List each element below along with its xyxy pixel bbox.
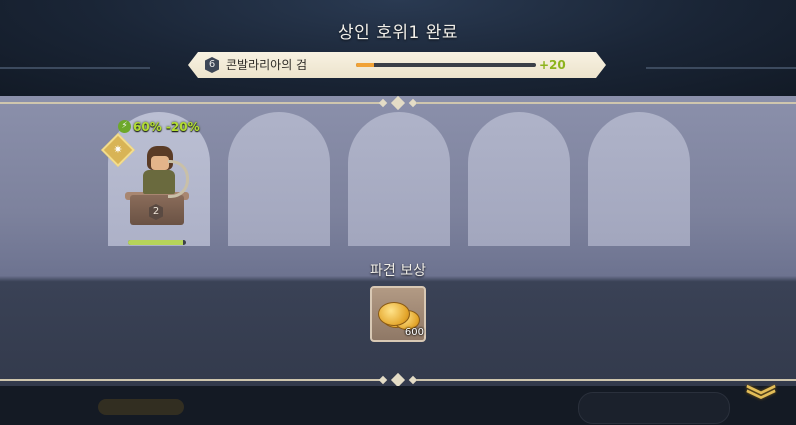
bottom-divider [0,372,796,388]
header-band [0,0,796,96]
background-button [578,392,730,424]
left-ornament [0,60,170,76]
lightning-icon: ⚡ [118,120,131,133]
item-name: 콘발라리아의 검 [226,58,308,72]
party-slot-5[interactable] [588,112,690,246]
hero-hp-bar [128,240,186,245]
hero-stat-text: 60% -20% [133,120,200,134]
exp-gain: +20 [539,58,566,72]
party-slot-4[interactable] [468,112,570,246]
right-ornament [626,60,796,76]
reward-count: 600 [404,327,424,338]
party-slot-3[interactable] [348,112,450,246]
background-pill [98,399,184,415]
exp-progress-fill [356,63,374,67]
top-divider [0,95,796,111]
page-title: 상인 호위1 완료 [338,23,458,43]
party-slot-2[interactable] [228,112,330,246]
reward-title: 파견 보상 [370,263,426,279]
hero-hp-fill [128,240,184,245]
double-chevron-down-icon[interactable]: ︾ [740,384,782,420]
hero-face [151,156,169,170]
exp-progress-bar [356,63,536,67]
gold-coin-front [378,302,410,326]
